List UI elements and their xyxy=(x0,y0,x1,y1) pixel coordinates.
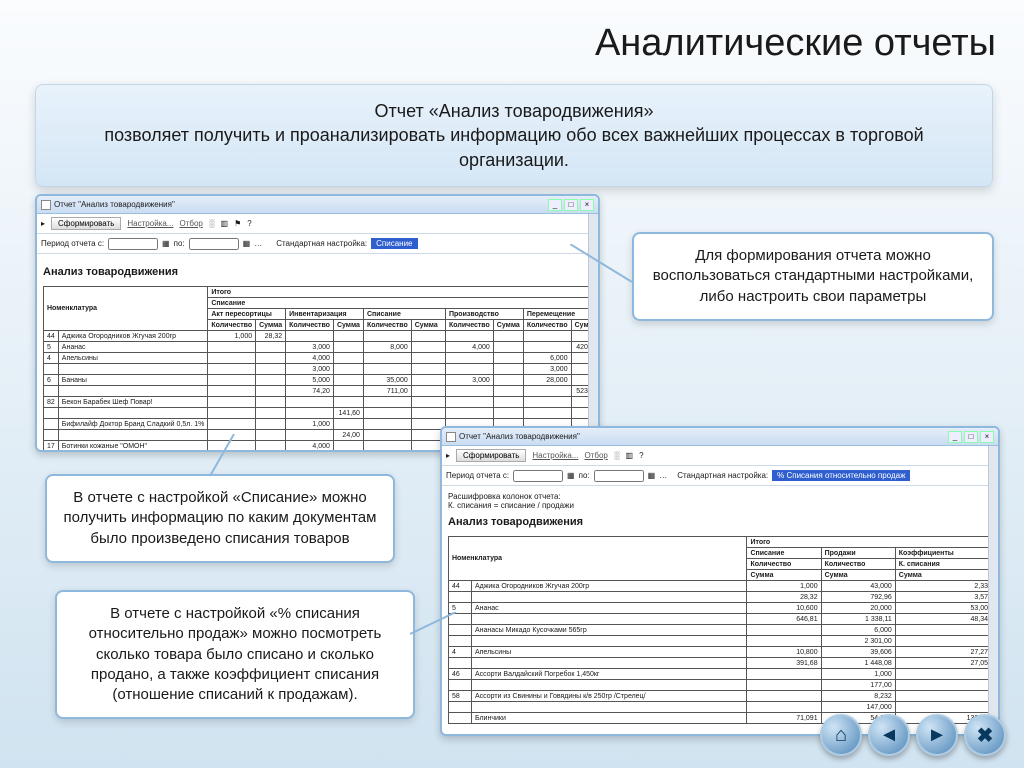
period-to-label: по: xyxy=(579,471,590,480)
calendar-icon[interactable]: ▦ xyxy=(162,239,170,248)
window-titlebar: Отчет "Анализ товародвижения" _ □ × xyxy=(442,428,998,446)
report-heading: Анализ товародвижения xyxy=(43,266,592,278)
settings-link[interactable]: Настройка... xyxy=(532,451,578,460)
filter-link[interactable]: Отбор xyxy=(179,219,202,228)
toolbar-icon[interactable]: ░ xyxy=(614,451,620,460)
toolbar-icon[interactable]: ▥ xyxy=(221,219,229,228)
filter-bar: Период отчета с: ▦ по: ▦ … Стандартная н… xyxy=(37,234,598,254)
toolbar: ▸ Сформировать Настройка... Отбор ░ ▥ ⚑ … xyxy=(37,214,598,234)
std-setting-label: Стандартная настройка: xyxy=(677,471,768,480)
slide-nav: ⌂ ◄ ► ✖ xyxy=(820,714,1006,756)
ellipsis-icon[interactable]: … xyxy=(254,239,262,248)
doc-icon xyxy=(41,200,51,210)
toolbar-icon[interactable]: ⚑ xyxy=(234,219,241,228)
settings-link[interactable]: Настройка... xyxy=(127,219,173,228)
intro-line-1: Отчет «Анализ товародвижения» xyxy=(54,99,974,123)
report-body: Анализ товародвижения НоменклатураИтогоС… xyxy=(37,254,598,452)
period-label: Период отчета с: xyxy=(446,471,509,480)
callout-standard-settings: Для формирования отчета можно воспользов… xyxy=(632,232,994,321)
nav-prev-button[interactable]: ◄ xyxy=(868,714,910,756)
decode-formula: К. списания = списание / продажи xyxy=(448,501,992,510)
period-to-label: по: xyxy=(174,239,185,248)
run-button[interactable]: Сформировать xyxy=(456,449,526,462)
nav-close-button[interactable]: ✖ xyxy=(964,714,1006,756)
maximize-icon[interactable]: □ xyxy=(964,431,978,443)
filter-bar: Период отчета с: ▦ по: ▦ … Стандартная н… xyxy=(442,466,998,486)
report-window-spisanie: Отчет "Анализ товародвижения" _ □ × ▸ Сф… xyxy=(35,194,600,452)
std-setting-value[interactable]: % Списания относительно продаж xyxy=(772,470,910,481)
window-titlebar: Отчет "Анализ товародвижения" _ □ × xyxy=(37,196,598,214)
doc-icon xyxy=(446,432,456,442)
help-icon[interactable]: ? xyxy=(247,219,251,228)
toolbar-icon[interactable]: ▥ xyxy=(626,451,634,460)
run-button[interactable]: Сформировать xyxy=(51,217,121,230)
period-to-input[interactable] xyxy=(594,470,644,482)
window-title: Отчет "Анализ товародвижения" xyxy=(54,200,175,209)
close-icon[interactable]: × xyxy=(980,431,994,443)
minimize-icon[interactable]: _ xyxy=(948,431,962,443)
toolbar-triangle-icon[interactable]: ▸ xyxy=(41,219,45,228)
std-setting-label: Стандартная настройка: xyxy=(276,239,367,248)
intro-line-2: позволяет получить и проанализировать ин… xyxy=(54,123,974,172)
calendar-icon[interactable]: ▦ xyxy=(567,471,575,480)
nav-next-button[interactable]: ► xyxy=(916,714,958,756)
period-from-input[interactable] xyxy=(513,470,563,482)
report-body: Расшифровка колонок отчета: К. списания … xyxy=(442,486,998,730)
period-label: Период отчета с: xyxy=(41,239,104,248)
report-heading: Анализ товародвижения xyxy=(448,516,992,528)
close-icon[interactable]: × xyxy=(580,199,594,211)
period-from-input[interactable] xyxy=(108,238,158,250)
toolbar: ▸ Сформировать Настройка... Отбор ░ ▥ ? xyxy=(442,446,998,466)
minimize-icon[interactable]: _ xyxy=(548,199,562,211)
period-to-input[interactable] xyxy=(189,238,239,250)
callout-percent: В отчете с настройкой «% списания относи… xyxy=(55,590,415,719)
help-icon[interactable]: ? xyxy=(639,451,643,460)
intro-panel: Отчет «Анализ товародвижения» позволяет … xyxy=(35,84,993,187)
calendar-icon[interactable]: ▦ xyxy=(648,471,656,480)
scrollbar[interactable] xyxy=(588,214,598,450)
callout-spisanie: В отчете с настройкой «Списание» можно п… xyxy=(45,474,395,563)
window-title: Отчет "Анализ товародвижения" xyxy=(459,432,580,441)
calendar-icon[interactable]: ▦ xyxy=(243,239,251,248)
report-window-percent: Отчет "Анализ товародвижения" _ □ × ▸ Сф… xyxy=(440,426,1000,736)
std-setting-value[interactable]: Списание xyxy=(371,238,417,249)
scrollbar[interactable] xyxy=(988,446,998,734)
ellipsis-icon[interactable]: … xyxy=(659,471,667,480)
toolbar-triangle-icon[interactable]: ▸ xyxy=(446,451,450,460)
report-table: НоменклатураИтогоСписаниеПродажиКоэффици… xyxy=(448,536,992,724)
toolbar-icon[interactable]: ░ xyxy=(209,219,215,228)
decode-heading: Расшифровка колонок отчета: xyxy=(448,492,992,501)
nav-home-button[interactable]: ⌂ xyxy=(820,714,862,756)
filter-link[interactable]: Отбор xyxy=(584,451,607,460)
slide-title: Аналитические отчеты xyxy=(595,22,996,65)
maximize-icon[interactable]: □ xyxy=(564,199,578,211)
